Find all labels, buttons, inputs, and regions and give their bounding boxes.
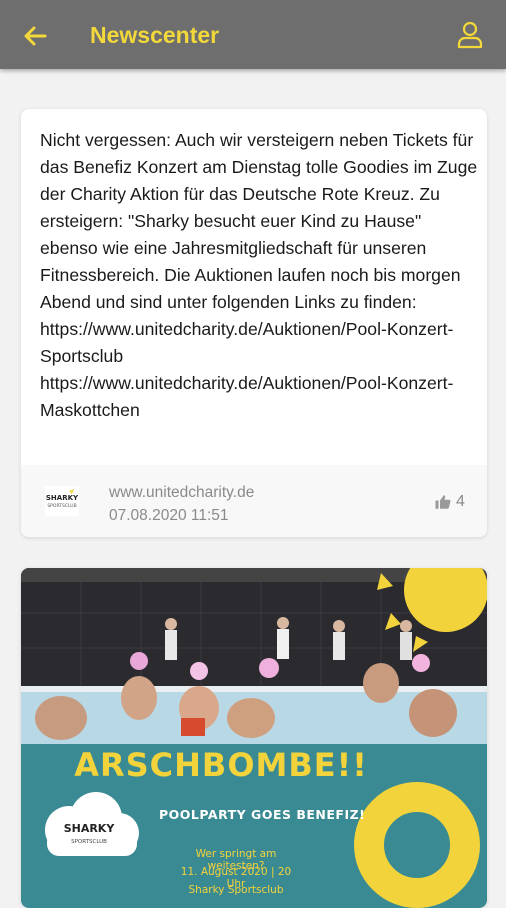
poster-headline: ARSCHBOMBE!! — [74, 746, 368, 784]
back-button[interactable] — [19, 20, 51, 52]
profile-button[interactable] — [455, 20, 485, 50]
poster-subheadline: POOLPARTY GOES BENEFIZ! — [159, 807, 366, 822]
poster-logo-text: SHARKY — [64, 822, 116, 835]
poster-logo-subtext: SPORTSCLUB — [71, 839, 107, 845]
like-count: 4 — [456, 493, 465, 510]
post-date: 07.08.2020 11:51 — [109, 507, 229, 524]
thumbs-up-icon — [435, 495, 451, 509]
app-bar: Newscenter — [0, 0, 506, 69]
sharky-sportsclub-logo: SHARKY SPORTSCLUB — [45, 486, 79, 516]
svg-text:SPORTSCLUB: SPORTSCLUB — [47, 503, 76, 509]
user-icon — [457, 21, 483, 49]
card-footer: SHARKY SPORTSCLUB www.unitedcharity.de 0… — [21, 465, 487, 537]
post-source[interactable]: www.unitedcharity.de — [109, 484, 254, 502]
like-button[interactable]: 4 — [434, 490, 465, 514]
poster-location: Sharky Sportsclub — [188, 884, 284, 896]
news-card[interactable]: Nicht vergessen: Auch wir versteigern ne… — [21, 109, 487, 537]
svg-text:SHARKY: SHARKY — [46, 494, 79, 502]
post-text: Nicht vergessen: Auch wir versteigern ne… — [40, 130, 478, 420]
page-title: Newscenter — [90, 22, 220, 48]
arrow-left-icon — [24, 26, 47, 46]
news-card-image[interactable]: SHARKY SPORTSCLUB ARSCHBOMBE!! POOLPARTY… — [21, 568, 487, 908]
